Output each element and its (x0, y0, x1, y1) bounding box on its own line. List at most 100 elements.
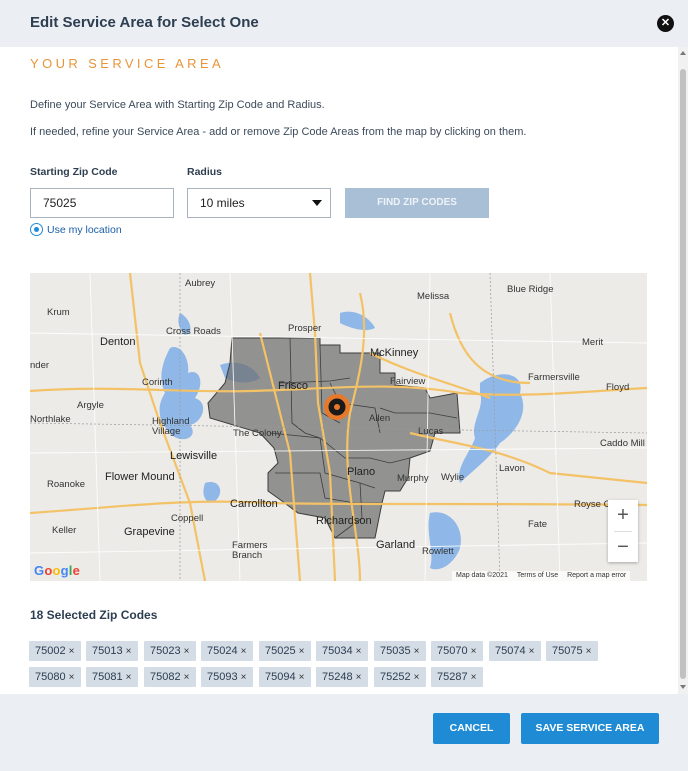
map-label: Grapevine (124, 526, 175, 538)
zip-chip[interactable]: 75287 × (431, 667, 483, 687)
use-my-location-label: Use my location (47, 223, 122, 236)
remove-icon[interactable]: × (414, 646, 420, 657)
zip-chip[interactable]: 75013 × (86, 641, 138, 661)
map-label: The Colony (233, 428, 282, 439)
zip-chip[interactable]: 75023 × (144, 641, 196, 661)
map-label: Floyd (606, 382, 630, 393)
radius-label: Radius (187, 166, 223, 178)
map-label: Coppell (171, 513, 204, 524)
remove-icon[interactable]: × (184, 646, 190, 657)
zip-chip[interactable]: 75080 × (29, 667, 81, 687)
gear-pin-icon[interactable] (324, 394, 350, 420)
find-zip-codes-button[interactable]: FIND ZIP CODES (345, 188, 489, 218)
remove-icon[interactable]: × (471, 646, 477, 657)
remove-icon[interactable]: × (126, 672, 132, 683)
zip-chip[interactable]: 75094 × (259, 667, 311, 687)
caret-down-icon (312, 200, 322, 206)
map-label: Denton (100, 336, 136, 348)
cancel-button[interactable]: CANCEL (433, 713, 510, 744)
zip-chip[interactable]: 75025 × (259, 641, 311, 661)
map-label: Farmersville (528, 372, 580, 383)
zoom-out-button[interactable]: − (608, 532, 638, 563)
zip-chip[interactable]: 75248 × (316, 667, 368, 687)
map-label: Fairview (390, 376, 426, 387)
report-map-error-link[interactable]: Report a map error (567, 572, 626, 580)
zoom-in-button[interactable]: + (608, 500, 638, 531)
use-my-location-link[interactable]: Use my location (30, 223, 122, 236)
save-service-area-button[interactable]: SAVE SERVICE AREA (521, 713, 659, 744)
zip-chip[interactable]: 75252 × (374, 667, 426, 687)
zip-chip[interactable]: 75074 × (489, 641, 541, 661)
zip-chip-label: 75287 (437, 671, 468, 683)
map-label: Highland Village (152, 416, 190, 437)
map-label: Carrollton (230, 498, 278, 510)
starting-zip-input[interactable] (30, 188, 174, 218)
map-data-label: Map data ©2021 (456, 572, 508, 579)
lake-water (203, 482, 221, 503)
dialog-title: Edit Service Area for Select One (30, 14, 259, 31)
zip-chip-label: 75081 (92, 671, 123, 683)
zip-chip-label: 75093 (207, 671, 238, 683)
map-label: Frisco (278, 380, 308, 392)
remove-icon[interactable]: × (241, 646, 247, 657)
map-label: Richardson (316, 515, 372, 527)
scrollbar[interactable] (678, 47, 688, 694)
remove-icon[interactable]: × (529, 646, 535, 657)
remove-icon[interactable]: × (241, 672, 247, 683)
close-icon[interactable]: ✕ (657, 15, 674, 32)
remove-icon[interactable]: × (299, 646, 305, 657)
scroll-down-arrow-icon[interactable] (680, 685, 686, 689)
map-label: Melissa (417, 291, 450, 302)
zip-chip[interactable]: 75034 × (316, 641, 368, 661)
map-label: Lavon (499, 463, 525, 474)
zip-chip[interactable]: 75082 × (144, 667, 196, 687)
zip-chip[interactable]: 75093 × (201, 667, 253, 687)
radius-select[interactable]: 10 miles (187, 188, 331, 218)
remove-icon[interactable]: × (126, 646, 132, 657)
map-label: Aubrey (185, 278, 216, 289)
remove-icon[interactable]: × (586, 646, 592, 657)
map-label: Merit (582, 337, 604, 348)
map-label: Farmers Branch (232, 540, 268, 561)
map-label: Garland (376, 539, 416, 551)
scroll-up-arrow-icon[interactable] (680, 51, 686, 55)
map-label: Plano (347, 466, 376, 478)
map-label: Keller (52, 525, 77, 536)
remove-icon[interactable]: × (356, 672, 362, 683)
map-label: McKinney (370, 347, 419, 359)
map-label: Roanoke (47, 479, 86, 490)
remove-icon[interactable]: × (184, 672, 190, 683)
dialog-footer: CANCEL SAVE SERVICE AREA (0, 694, 688, 771)
terms-of-use-link[interactable]: Terms of Use (517, 572, 558, 580)
zip-chip[interactable]: 75070 × (431, 641, 483, 661)
remove-icon[interactable]: × (356, 646, 362, 657)
dialog-header: Edit Service Area for Select One ✕ (0, 0, 688, 47)
remove-icon[interactable]: × (69, 646, 75, 657)
zip-chip-label: 75075 (552, 645, 583, 657)
zip-chip[interactable]: 75002 × (29, 641, 81, 661)
map-label: Prosper (288, 323, 322, 334)
map-label: Northlake (30, 414, 71, 425)
google-logo: Google (34, 563, 81, 578)
map-label: Rowlett (422, 546, 454, 557)
description-text: Define your Service Area with Starting Z… (30, 99, 325, 111)
lake-water (340, 311, 375, 331)
remove-icon[interactable]: × (471, 672, 477, 683)
zip-chip[interactable]: 75024 × (201, 641, 253, 661)
scrollbar-thumb[interactable] (680, 69, 686, 679)
map-label: Cross Roads (166, 326, 221, 337)
map-label: Wylie (441, 472, 465, 483)
remove-icon[interactable]: × (69, 672, 75, 683)
remove-icon[interactable]: × (414, 672, 420, 683)
map-label: Lewisville (170, 450, 218, 462)
zip-chip[interactable]: 75081 × (86, 667, 138, 687)
map-attribution: Map data ©2021 Terms of Use Report a map… (452, 571, 631, 581)
map-canvas (30, 273, 647, 581)
zip-chip-label: 75002 (35, 645, 66, 657)
service-area-map[interactable]: Aubrey Melissa Blue Ridge Krum Cross Roa… (30, 273, 647, 581)
zip-chip[interactable]: 75075 × (546, 641, 598, 661)
zip-chip[interactable]: 75035 × (374, 641, 426, 661)
zip-chip-label: 75034 (322, 645, 353, 657)
remove-icon[interactable]: × (299, 672, 305, 683)
zip-chip-label: 75074 (495, 645, 526, 657)
